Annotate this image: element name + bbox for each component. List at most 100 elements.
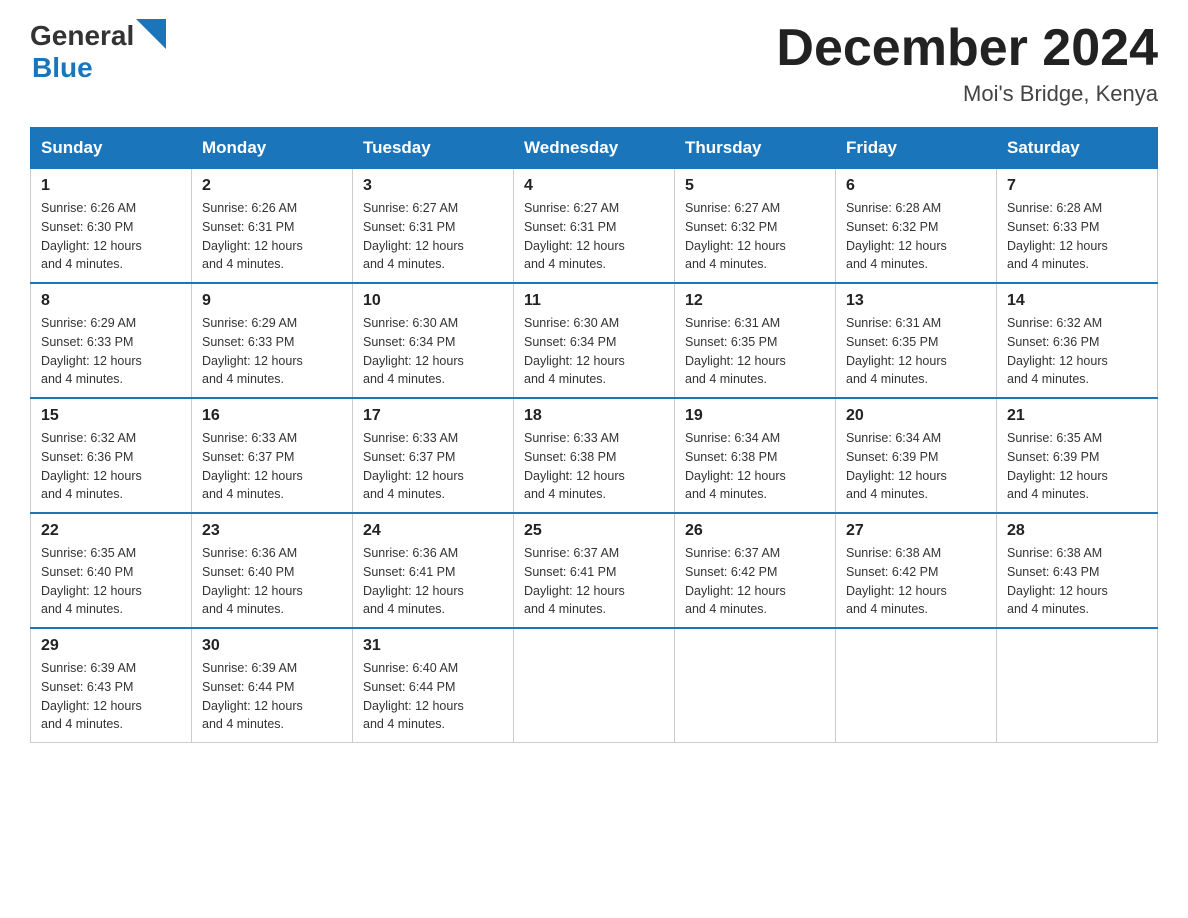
day-number: 26 [685, 522, 825, 540]
calendar-cell: 29 Sunrise: 6:39 AM Sunset: 6:43 PM Dayl… [31, 628, 192, 743]
day-number: 28 [1007, 522, 1147, 540]
day-number: 10 [363, 292, 503, 310]
location: Moi's Bridge, Kenya [776, 81, 1158, 107]
calendar-cell: 1 Sunrise: 6:26 AM Sunset: 6:30 PM Dayli… [31, 169, 192, 284]
calendar-cell [675, 628, 836, 743]
calendar-cell: 2 Sunrise: 6:26 AM Sunset: 6:31 PM Dayli… [192, 169, 353, 284]
day-info: Sunrise: 6:31 AM Sunset: 6:35 PM Dayligh… [846, 314, 986, 389]
weekday-header-monday: Monday [192, 128, 353, 169]
day-info: Sunrise: 6:29 AM Sunset: 6:33 PM Dayligh… [202, 314, 342, 389]
week-row-2: 8 Sunrise: 6:29 AM Sunset: 6:33 PM Dayli… [31, 283, 1158, 398]
day-info: Sunrise: 6:33 AM Sunset: 6:37 PM Dayligh… [202, 429, 342, 504]
calendar-cell: 28 Sunrise: 6:38 AM Sunset: 6:43 PM Dayl… [997, 513, 1158, 628]
day-number: 25 [524, 522, 664, 540]
calendar-cell: 13 Sunrise: 6:31 AM Sunset: 6:35 PM Dayl… [836, 283, 997, 398]
week-row-5: 29 Sunrise: 6:39 AM Sunset: 6:43 PM Dayl… [31, 628, 1158, 743]
weekday-header-tuesday: Tuesday [353, 128, 514, 169]
day-number: 23 [202, 522, 342, 540]
day-info: Sunrise: 6:28 AM Sunset: 6:33 PM Dayligh… [1007, 199, 1147, 274]
calendar-cell: 30 Sunrise: 6:39 AM Sunset: 6:44 PM Dayl… [192, 628, 353, 743]
calendar-cell: 8 Sunrise: 6:29 AM Sunset: 6:33 PM Dayli… [31, 283, 192, 398]
day-info: Sunrise: 6:30 AM Sunset: 6:34 PM Dayligh… [524, 314, 664, 389]
day-number: 5 [685, 177, 825, 195]
calendar-cell: 14 Sunrise: 6:32 AM Sunset: 6:36 PM Dayl… [997, 283, 1158, 398]
day-number: 7 [1007, 177, 1147, 195]
day-number: 21 [1007, 407, 1147, 425]
day-number: 19 [685, 407, 825, 425]
logo: General Blue [30, 20, 166, 84]
logo-triangle-icon [136, 19, 166, 49]
calendar-cell: 12 Sunrise: 6:31 AM Sunset: 6:35 PM Dayl… [675, 283, 836, 398]
day-info: Sunrise: 6:39 AM Sunset: 6:43 PM Dayligh… [41, 659, 181, 734]
logo-blue: Blue [32, 52, 166, 84]
week-row-1: 1 Sunrise: 6:26 AM Sunset: 6:30 PM Dayli… [31, 169, 1158, 284]
calendar-cell: 23 Sunrise: 6:36 AM Sunset: 6:40 PM Dayl… [192, 513, 353, 628]
calendar-cell: 3 Sunrise: 6:27 AM Sunset: 6:31 PM Dayli… [353, 169, 514, 284]
weekday-header-friday: Friday [836, 128, 997, 169]
day-number: 9 [202, 292, 342, 310]
calendar-cell: 25 Sunrise: 6:37 AM Sunset: 6:41 PM Dayl… [514, 513, 675, 628]
day-info: Sunrise: 6:36 AM Sunset: 6:40 PM Dayligh… [202, 544, 342, 619]
day-number: 17 [363, 407, 503, 425]
weekday-header-wednesday: Wednesday [514, 128, 675, 169]
title-block: December 2024 Moi's Bridge, Kenya [776, 20, 1158, 107]
day-info: Sunrise: 6:39 AM Sunset: 6:44 PM Dayligh… [202, 659, 342, 734]
day-number: 18 [524, 407, 664, 425]
day-info: Sunrise: 6:36 AM Sunset: 6:41 PM Dayligh… [363, 544, 503, 619]
day-info: Sunrise: 6:33 AM Sunset: 6:38 PM Dayligh… [524, 429, 664, 504]
calendar-cell: 19 Sunrise: 6:34 AM Sunset: 6:38 PM Dayl… [675, 398, 836, 513]
calendar-cell: 27 Sunrise: 6:38 AM Sunset: 6:42 PM Dayl… [836, 513, 997, 628]
day-info: Sunrise: 6:27 AM Sunset: 6:32 PM Dayligh… [685, 199, 825, 274]
weekday-header-thursday: Thursday [675, 128, 836, 169]
day-info: Sunrise: 6:32 AM Sunset: 6:36 PM Dayligh… [1007, 314, 1147, 389]
calendar-cell [514, 628, 675, 743]
day-number: 8 [41, 292, 181, 310]
weekday-header-row: SundayMondayTuesdayWednesdayThursdayFrid… [31, 128, 1158, 169]
calendar-cell: 26 Sunrise: 6:37 AM Sunset: 6:42 PM Dayl… [675, 513, 836, 628]
day-info: Sunrise: 6:28 AM Sunset: 6:32 PM Dayligh… [846, 199, 986, 274]
day-info: Sunrise: 6:27 AM Sunset: 6:31 PM Dayligh… [363, 199, 503, 274]
page-header: General Blue December 2024 Moi's Bridge,… [30, 20, 1158, 107]
calendar-cell: 31 Sunrise: 6:40 AM Sunset: 6:44 PM Dayl… [353, 628, 514, 743]
calendar-cell: 21 Sunrise: 6:35 AM Sunset: 6:39 PM Dayl… [997, 398, 1158, 513]
weekday-header-saturday: Saturday [997, 128, 1158, 169]
day-info: Sunrise: 6:31 AM Sunset: 6:35 PM Dayligh… [685, 314, 825, 389]
day-number: 24 [363, 522, 503, 540]
calendar-cell: 10 Sunrise: 6:30 AM Sunset: 6:34 PM Dayl… [353, 283, 514, 398]
day-number: 20 [846, 407, 986, 425]
week-row-3: 15 Sunrise: 6:32 AM Sunset: 6:36 PM Dayl… [31, 398, 1158, 513]
day-number: 2 [202, 177, 342, 195]
day-info: Sunrise: 6:34 AM Sunset: 6:39 PM Dayligh… [846, 429, 986, 504]
calendar-cell [997, 628, 1158, 743]
day-number: 22 [41, 522, 181, 540]
calendar-cell: 4 Sunrise: 6:27 AM Sunset: 6:31 PM Dayli… [514, 169, 675, 284]
day-number: 14 [1007, 292, 1147, 310]
day-info: Sunrise: 6:35 AM Sunset: 6:39 PM Dayligh… [1007, 429, 1147, 504]
day-number: 29 [41, 637, 181, 655]
logo-general: General [30, 20, 134, 52]
day-info: Sunrise: 6:32 AM Sunset: 6:36 PM Dayligh… [41, 429, 181, 504]
calendar-cell: 6 Sunrise: 6:28 AM Sunset: 6:32 PM Dayli… [836, 169, 997, 284]
day-number: 12 [685, 292, 825, 310]
calendar-cell: 7 Sunrise: 6:28 AM Sunset: 6:33 PM Dayli… [997, 169, 1158, 284]
calendar-cell [836, 628, 997, 743]
calendar-cell: 24 Sunrise: 6:36 AM Sunset: 6:41 PM Dayl… [353, 513, 514, 628]
day-info: Sunrise: 6:30 AM Sunset: 6:34 PM Dayligh… [363, 314, 503, 389]
calendar-cell: 17 Sunrise: 6:33 AM Sunset: 6:37 PM Dayl… [353, 398, 514, 513]
calendar-cell: 16 Sunrise: 6:33 AM Sunset: 6:37 PM Dayl… [192, 398, 353, 513]
day-number: 13 [846, 292, 986, 310]
day-info: Sunrise: 6:34 AM Sunset: 6:38 PM Dayligh… [685, 429, 825, 504]
day-info: Sunrise: 6:38 AM Sunset: 6:42 PM Dayligh… [846, 544, 986, 619]
day-number: 3 [363, 177, 503, 195]
day-number: 30 [202, 637, 342, 655]
calendar-cell: 5 Sunrise: 6:27 AM Sunset: 6:32 PM Dayli… [675, 169, 836, 284]
calendar-cell: 22 Sunrise: 6:35 AM Sunset: 6:40 PM Dayl… [31, 513, 192, 628]
day-info: Sunrise: 6:37 AM Sunset: 6:42 PM Dayligh… [685, 544, 825, 619]
calendar-cell: 20 Sunrise: 6:34 AM Sunset: 6:39 PM Dayl… [836, 398, 997, 513]
day-number: 16 [202, 407, 342, 425]
month-title: December 2024 [776, 20, 1158, 77]
day-info: Sunrise: 6:26 AM Sunset: 6:30 PM Dayligh… [41, 199, 181, 274]
day-info: Sunrise: 6:35 AM Sunset: 6:40 PM Dayligh… [41, 544, 181, 619]
week-row-4: 22 Sunrise: 6:35 AM Sunset: 6:40 PM Dayl… [31, 513, 1158, 628]
calendar-cell: 11 Sunrise: 6:30 AM Sunset: 6:34 PM Dayl… [514, 283, 675, 398]
